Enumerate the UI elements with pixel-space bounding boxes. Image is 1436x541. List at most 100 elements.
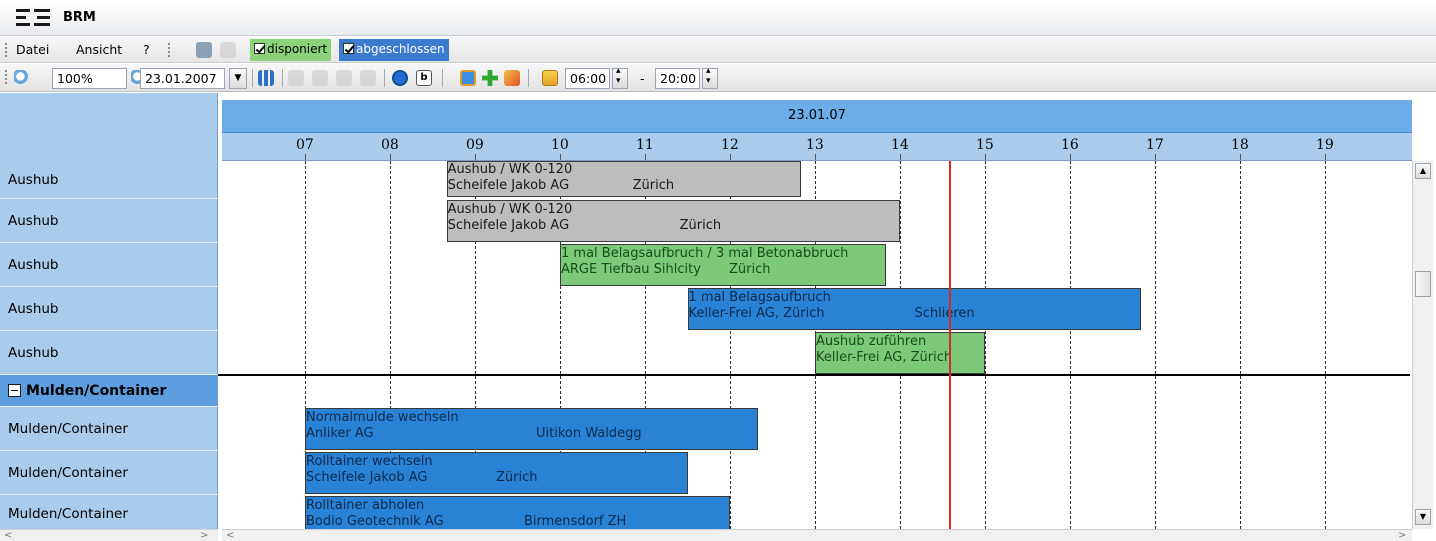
- filter-abgeschlossen-checkbox[interactable]: abgeschlossen: [339, 39, 449, 61]
- menu-datei[interactable]: Datei: [16, 42, 49, 57]
- hour-tick: [900, 154, 901, 160]
- scroll-up-button[interactable]: ▲: [1415, 163, 1431, 179]
- time-separator: -: [640, 71, 645, 86]
- hour-label: 08: [381, 137, 399, 153]
- menu-grip-icon[interactable]: [5, 43, 8, 57]
- gantt-chart: 23.01.07 07 08 09 10 11 12 13 14 15 16 17 18 19 Aush…: [0, 93, 1436, 541]
- collapse-icon[interactable]: [8, 384, 21, 397]
- group-separator: [218, 374, 1410, 376]
- time-from-spinner[interactable]: [612, 66, 628, 89]
- hour-label: 15: [976, 137, 994, 153]
- task-location: Zürich: [729, 262, 771, 277]
- row-label-text: Aushub: [8, 344, 59, 361]
- hour-tick: [1155, 154, 1156, 160]
- task-location: Zürich: [496, 470, 538, 485]
- toolbar: 100% 23.01.2007 ▼ b 06:00 - 20:00: [0, 64, 1436, 92]
- task-company: ARGE Tiefbau Sihlcity: [561, 262, 701, 277]
- task-details: Bodio Geotechnik AG Birmensdorf ZH: [306, 514, 729, 529]
- zoom-in-icon[interactable]: [14, 70, 30, 86]
- print-icon: [336, 70, 352, 86]
- row-label: Aushub: [0, 161, 218, 199]
- task-title: Normalmulde wechseln: [306, 410, 459, 425]
- task-title: Rolltainer wechseln: [306, 454, 433, 469]
- filter-disponiert-checkbox[interactable]: disponiert: [250, 39, 332, 61]
- hour-tick: [985, 154, 986, 160]
- checkmark-icon: [343, 43, 354, 54]
- date-field[interactable]: 23.01.2007: [140, 68, 225, 89]
- hour-label: 18: [1231, 137, 1249, 153]
- row-label-text: Mulden/Container: [8, 464, 128, 481]
- time-to-field[interactable]: 20:00: [655, 68, 700, 89]
- task-details: Scheifele Jakob AG Zürich: [448, 178, 800, 194]
- hour-tick: [1325, 154, 1326, 160]
- hour-tick: [645, 154, 646, 160]
- hour-label: 07: [296, 137, 314, 153]
- task-title: Aushub / WK 0-120: [447, 162, 573, 177]
- time-to-spinner[interactable]: [702, 66, 718, 89]
- bold-icon[interactable]: b: [416, 70, 432, 86]
- hour-label: 09: [466, 137, 484, 153]
- task-title: Aushub zuführen: [816, 334, 927, 349]
- task-bar[interactable]: Normalmulde wechseln Anliker AG Uitikon Wa…: [305, 408, 759, 450]
- menu-ansicht[interactable]: Ansicht: [76, 42, 122, 57]
- row-label: Mulden/Container: [0, 451, 218, 495]
- task-bar[interactable]: Aushub / WK 0-120 Scheifele Jakob AG Züric…: [446, 200, 900, 242]
- toolbar-grip-icon[interactable]: [168, 43, 171, 57]
- scroll-left-icon[interactable]: <: [4, 530, 12, 541]
- hour-gridline: [1155, 161, 1156, 529]
- task-company: Scheifele Jakob AG: [447, 218, 570, 233]
- row-header-corner: [0, 93, 218, 161]
- hour-tick: [815, 154, 816, 160]
- row-label: Aushub: [0, 287, 218, 331]
- menu-help[interactable]: ?: [143, 42, 150, 57]
- scroll-right-icon[interactable]: >: [1398, 530, 1406, 541]
- timeline-hscrollbar[interactable]: < >: [222, 529, 1412, 541]
- group-header-mulden-container[interactable]: Mulden/Container: [0, 375, 218, 407]
- task-bar[interactable]: 1 mal Belagsaufbruch Keller-Frei AG, Züri…: [687, 288, 1141, 330]
- task-location: Zürich: [679, 218, 722, 233]
- scroll-thumb[interactable]: [1415, 271, 1431, 297]
- wrench-icon[interactable]: [196, 42, 212, 58]
- scroll-right-icon[interactable]: >: [200, 530, 208, 541]
- separator: [442, 69, 443, 87]
- hour-label: 13: [806, 137, 824, 153]
- task-bar[interactable]: Rolltainer wechseln Scheifele Jakob AG Zür…: [305, 452, 688, 494]
- task-location: Birmensdorf ZH: [524, 514, 627, 529]
- task-details: Scheifele Jakob AG Zürich: [448, 218, 899, 234]
- task-bar[interactable]: Aushub / WK 0-120 Scheifele Jakob AG Züric…: [446, 161, 801, 197]
- row-header-hscrollbar[interactable]: < >: [0, 529, 218, 541]
- task-bar[interactable]: Aushub zuführen Keller-Frei AG, Zürich: [815, 332, 985, 374]
- task-details: Keller-Frei AG, Zürich Schlieren: [689, 306, 1140, 322]
- toolbar-grip-icon[interactable]: [5, 70, 8, 84]
- task-bar[interactable]: Rolltainer abholen Bodio Geotechnik AG Bir…: [305, 496, 730, 529]
- task-bar[interactable]: 1 mal Belagsaufbruch / 3 mal Betonabbruc…: [560, 244, 886, 286]
- zoom-level-field[interactable]: 100%: [52, 68, 127, 89]
- time-from-field[interactable]: 06:00: [565, 68, 610, 89]
- vertical-scrollbar[interactable]: ▲ ▼: [1412, 161, 1433, 529]
- hour-header: 07 08 09 10 11 12 13 14 15 16 17 18 19: [222, 133, 1412, 161]
- blue-square-icon[interactable]: [460, 70, 476, 86]
- globe-icon[interactable]: [392, 70, 408, 86]
- hour-label: 12: [721, 137, 739, 153]
- hour-gridline: [1325, 161, 1326, 529]
- task-details: ARGE Tiefbau Sihlcity Zürich: [561, 262, 885, 278]
- abgeschlossen-label: abgeschlossen: [356, 42, 445, 56]
- separator: [252, 69, 253, 87]
- hour-tick: [475, 154, 476, 160]
- row-label: Aushub: [0, 331, 218, 375]
- sort-icon[interactable]: [542, 70, 558, 86]
- gantt-rows: Aushub Aushub Aushub Aushub Aushub Mulden/Con…: [0, 161, 1436, 529]
- filter-icon[interactable]: [258, 70, 274, 86]
- date-dropdown-button[interactable]: ▼: [229, 68, 247, 89]
- scroll-down-button[interactable]: ▼: [1415, 509, 1431, 525]
- hour-gridline: [1240, 161, 1241, 529]
- add-icon[interactable]: [482, 70, 498, 86]
- scroll-left-icon[interactable]: <: [226, 530, 234, 541]
- task-company: Scheifele Jakob AG: [447, 178, 570, 193]
- brm-logo-icon: [16, 9, 56, 27]
- arrow-icon[interactable]: [504, 70, 520, 86]
- checkmark-icon: [254, 43, 265, 54]
- row-label-text: Mulden/Container: [26, 382, 167, 399]
- task-location: Uitikon Waldegg: [536, 426, 642, 441]
- row-label: Mulden/Container: [0, 407, 218, 451]
